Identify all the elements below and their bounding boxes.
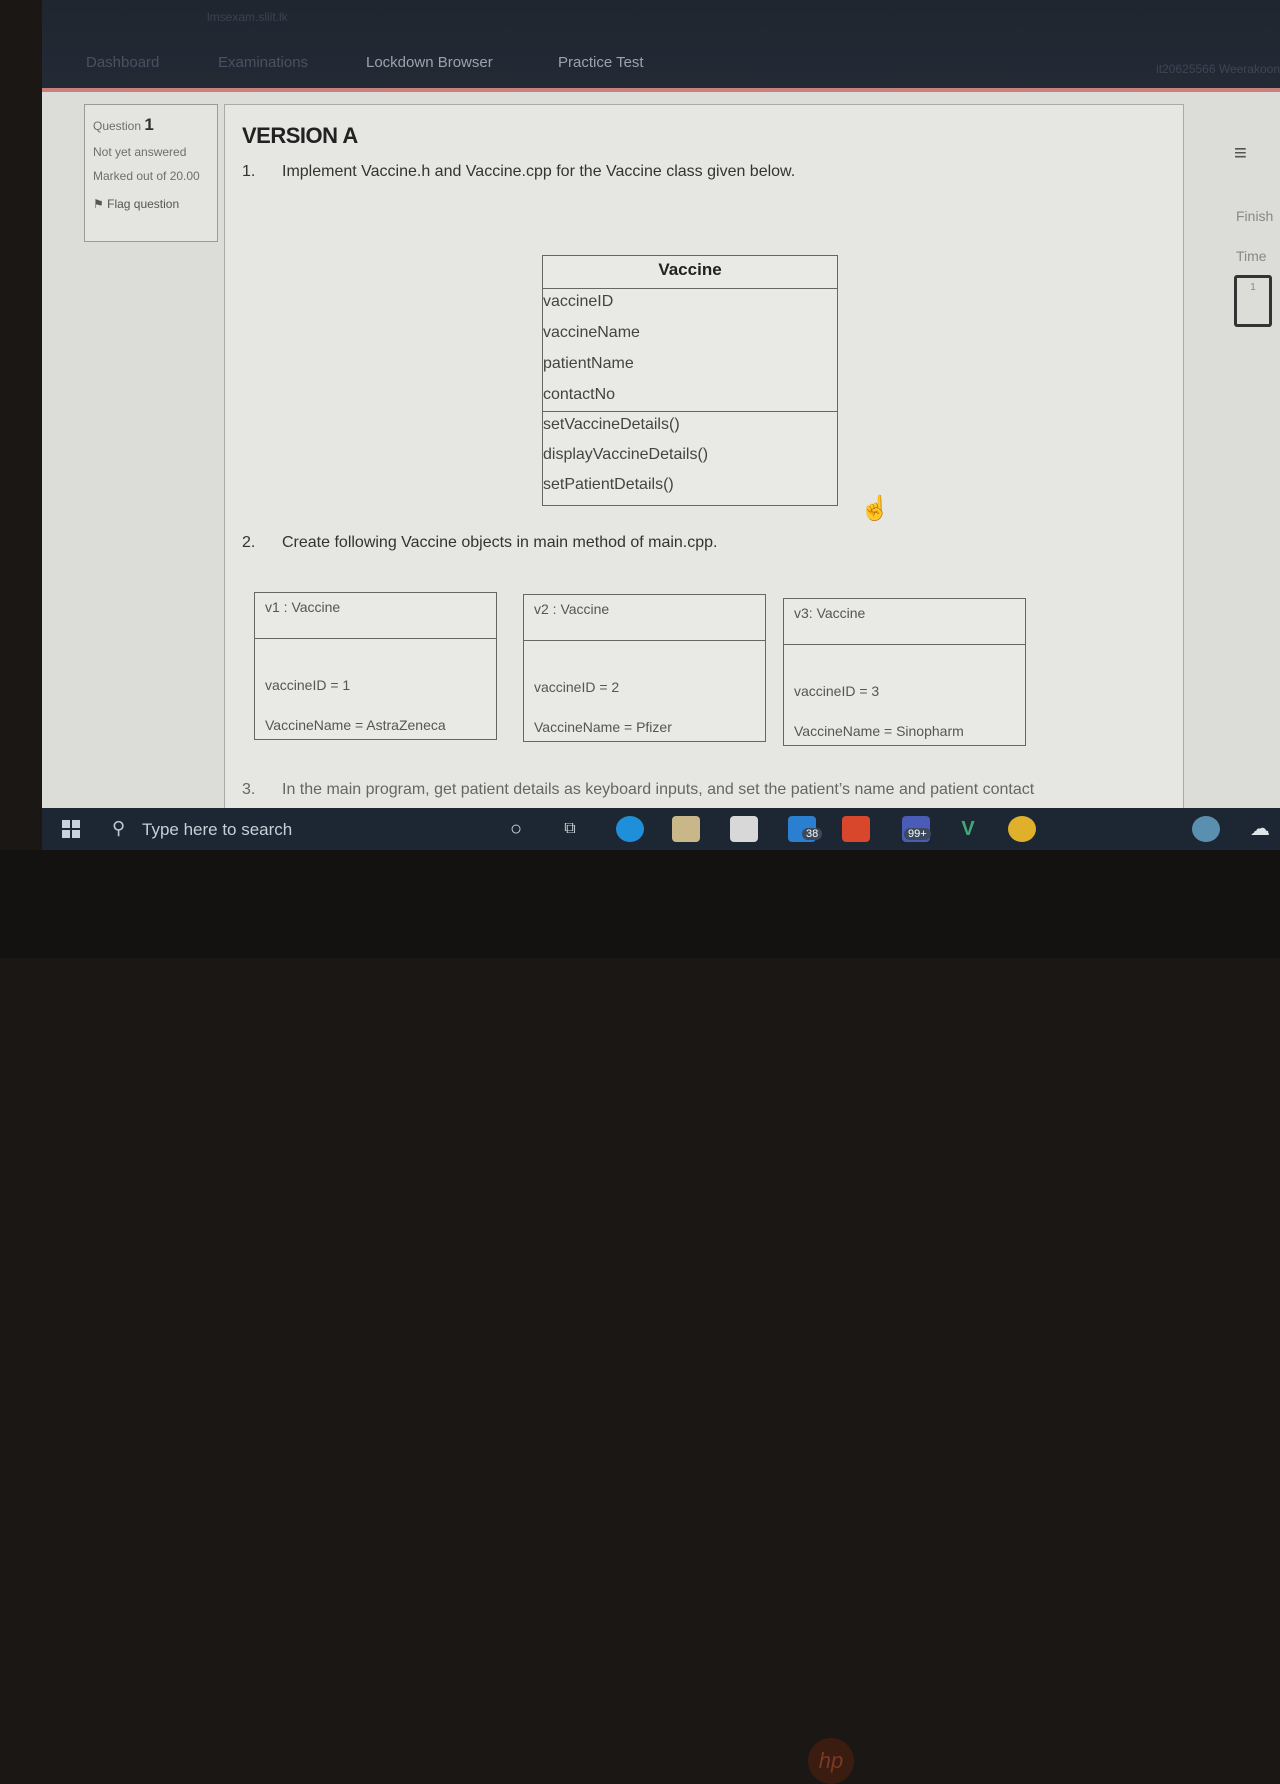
office-icon[interactable] (842, 816, 870, 842)
uml-attribute: vaccineID (543, 293, 614, 310)
object-title: v2 : Vaccine (524, 595, 765, 641)
question-panel: VERSION A 1. Implement Vaccine.h and Vacc… (224, 104, 1184, 824)
object-field-id: vaccineID = 2 (534, 679, 620, 695)
windows-start-icon[interactable] (62, 820, 80, 838)
hamburger-icon[interactable]: ≡ (1234, 140, 1247, 166)
mail-badge: 38 (802, 828, 823, 840)
nav-lockdown-browser[interactable]: Lockdown Browser (366, 54, 493, 71)
flag-question-link[interactable]: ⚑ Flag question (93, 197, 209, 211)
object-field-id: vaccineID = 1 (265, 677, 351, 693)
question-nav-button[interactable]: 1 (1234, 275, 1272, 327)
search-icon: ⚲ (112, 818, 126, 838)
hand-cursor-icon: ☝ (860, 495, 890, 522)
cortana-icon[interactable]: ○ (502, 816, 530, 842)
uml-attribute: contactNo (543, 386, 616, 403)
top-navbar: lmsexam.sliit.lk Dashboard Examinations … (42, 0, 1280, 88)
uml-attributes: vaccineID vaccineName patientName contac… (543, 289, 837, 412)
question-item-2: 2. Create following Vaccine objects in ma… (242, 534, 718, 551)
question-info-box: Question 1 Not yet answered Marked out o… (84, 104, 218, 242)
version-title: VERSION A (242, 123, 358, 148)
edge-browser-icon[interactable] (616, 816, 644, 842)
object-box-v1: v1 : Vaccine vaccineID = 1 VaccineName =… (254, 592, 497, 740)
object-title: v1 : Vaccine (255, 593, 496, 639)
uml-attribute: vaccineName (543, 324, 640, 341)
object-box-v3: v3: Vaccine vaccineID = 3 VaccineName = … (783, 598, 1026, 746)
object-field-name: VaccineName = Sinopharm (794, 723, 964, 739)
onedrive-cloud-icon[interactable]: ☁ (1246, 816, 1274, 842)
question-status: Not yet answered (93, 145, 187, 159)
user-menu[interactable]: it20625566 Weerakoon (1156, 62, 1280, 76)
uml-class-name: Vaccine (543, 256, 837, 289)
windows-taskbar: ⚲ Type here to search ○ ⧉ 38 99+ V ☁ (42, 808, 1280, 850)
object-field-id: vaccineID = 3 (794, 683, 880, 699)
uml-attribute: patientName (543, 355, 634, 372)
network-globe-icon[interactable] (1192, 816, 1220, 842)
file-explorer-icon[interactable] (672, 816, 700, 842)
flag-icon: ⚑ (93, 197, 104, 211)
time-left-label: Time (1236, 248, 1267, 264)
site-brand: lmsexam.sliit.lk (207, 10, 288, 24)
question-item-1: 1. Implement Vaccine.h and Vaccine.cpp fo… (242, 163, 796, 180)
hp-logo: hp (808, 1738, 854, 1784)
object-box-v2: v2 : Vaccine vaccineID = 2 VaccineName =… (523, 594, 766, 742)
main-nav: Dashboard Examinations Lockdown Browser … (42, 54, 1280, 76)
question-item-3: 3. In the main program, get patient detai… (242, 781, 1035, 798)
question-marks: Marked out of 20.00 (93, 169, 200, 183)
nav-practice-test[interactable]: Practice Test (558, 54, 644, 71)
teams-badge: 99+ (904, 828, 931, 840)
uml-operations: setVaccineDetails() displayVaccineDetail… (543, 412, 837, 502)
task-view-icon[interactable]: ⧉ (556, 816, 584, 842)
header-divider (42, 88, 1280, 92)
chrome-icon[interactable] (1008, 816, 1036, 842)
search-placeholder: Type here to search (142, 820, 293, 839)
uml-class-diagram: Vaccine vaccineID vaccineName patientNam… (542, 255, 838, 506)
store-icon[interactable] (730, 816, 758, 842)
uml-operation: setVaccineDetails() (543, 416, 680, 433)
object-field-name: VaccineName = AstraZeneca (265, 717, 446, 733)
finish-attempt-link[interactable]: Finish (1236, 208, 1273, 224)
uml-operation: setPatientDetails() (543, 476, 674, 493)
vue-app-icon[interactable]: V (954, 816, 982, 842)
taskbar-search-box[interactable]: ⚲ Type here to search (104, 808, 484, 850)
nav-examinations[interactable]: Examinations (218, 54, 308, 71)
question-number: Question 1 (93, 115, 154, 134)
uml-operation: displayVaccineDetails() (543, 446, 709, 463)
nav-dashboard[interactable]: Dashboard (86, 54, 159, 71)
object-title: v3: Vaccine (784, 599, 1025, 645)
laptop-screen: lmsexam.sliit.lk Dashboard Examinations … (42, 0, 1280, 850)
laptop-bezel: hp (0, 850, 1280, 1784)
object-field-name: VaccineName = Pfizer (534, 719, 672, 735)
